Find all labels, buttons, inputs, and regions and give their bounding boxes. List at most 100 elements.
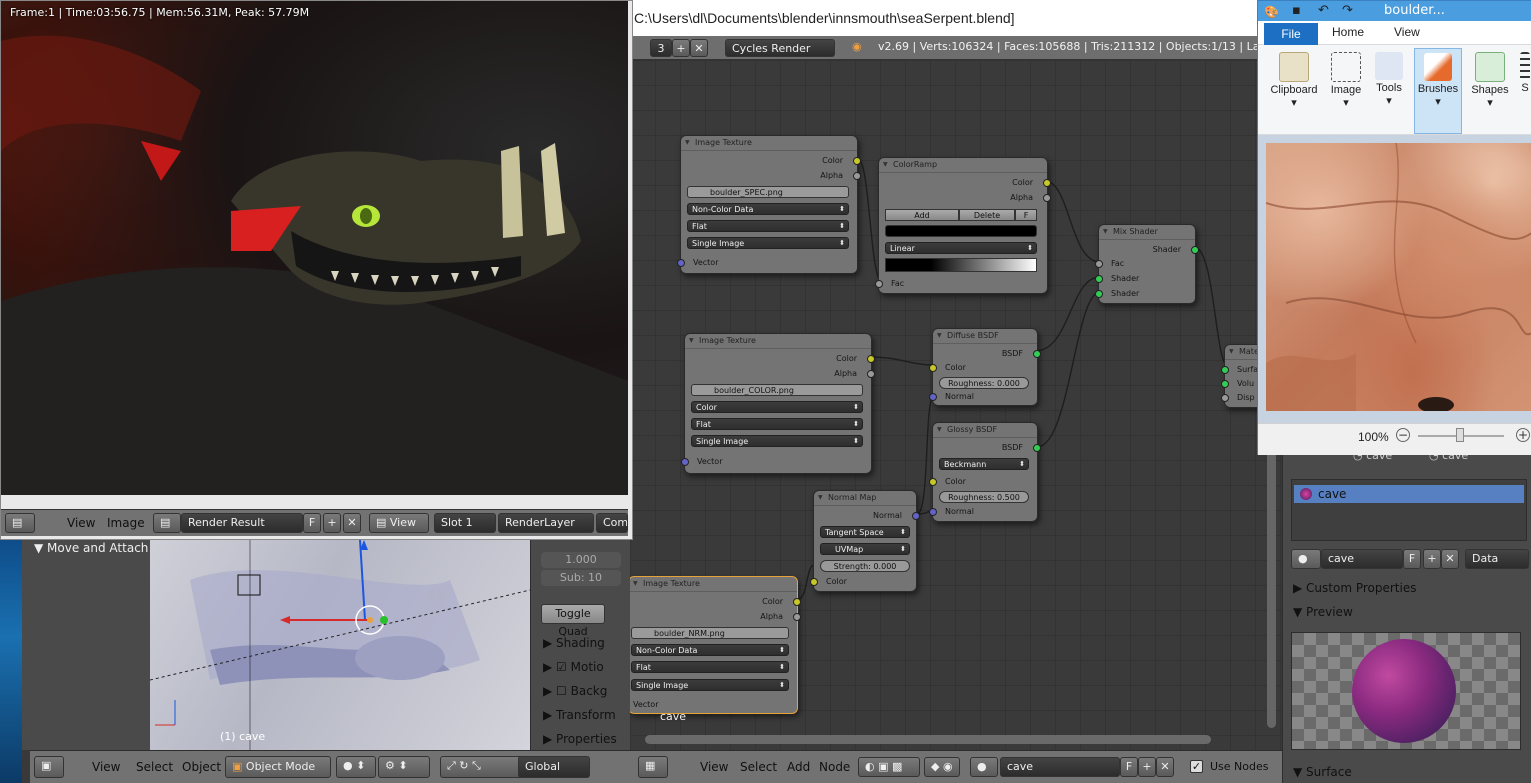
input-socket-fac[interactable]	[875, 280, 883, 288]
output-socket-color[interactable]	[1043, 179, 1051, 187]
editor-type-icon[interactable]: ▤	[5, 513, 35, 533]
image-selector[interactable]: boulder_COLOR.png	[691, 384, 863, 396]
manipulator-buttons[interactable]: ⤢ ↻ ⤡	[440, 756, 530, 778]
unlink-material-button[interactable]: ✕	[1156, 757, 1174, 777]
flip-button[interactable]: F	[1015, 209, 1037, 221]
interpolation-select[interactable]: Linear	[885, 242, 1037, 254]
scene-slot[interactable]: 3	[650, 39, 672, 57]
delete-scene-button[interactable]: ✕	[690, 39, 708, 57]
input-socket-volume[interactable]	[1221, 380, 1229, 388]
node-colorramp[interactable]: ColorRamp Color Alpha Add Delete F Linea…	[875, 157, 1051, 294]
use-nodes-checkbox[interactable]: ✓	[1190, 760, 1203, 773]
material-browse-icon[interactable]: ●	[1291, 549, 1321, 569]
save-icon[interactable]: ▪	[1292, 1, 1301, 21]
tab-home[interactable]: Home	[1332, 25, 1364, 39]
input-socket-displacement[interactable]	[1221, 394, 1229, 402]
editor-type-icon[interactable]: ▣	[34, 756, 64, 778]
colorspace-select[interactable]: Color	[691, 401, 863, 413]
background-panel[interactable]: ▶ ☐ Backg	[543, 684, 607, 698]
preview-panel[interactable]: ▼ Preview	[1293, 605, 1353, 619]
subdivisions-field[interactable]: Sub: 10	[541, 570, 621, 586]
projection-select[interactable]: Flat	[687, 220, 849, 232]
input-socket-normal[interactable]	[929, 508, 937, 516]
3d-viewport[interactable]: ▼ Move and Attach (1) cave 1.000 Sub: 10…	[0, 540, 630, 750]
roughness-field[interactable]: Roughness: 0.500	[939, 491, 1029, 503]
menu-view[interactable]: View	[700, 760, 728, 774]
output-socket-bsdf[interactable]	[1033, 350, 1041, 358]
menu-select[interactable]: Select	[740, 760, 777, 774]
material-name-field[interactable]: cave	[1321, 549, 1403, 569]
view-select[interactable]: ▤ View	[369, 513, 429, 533]
tools-group[interactable]: Tools ▾	[1370, 48, 1408, 132]
colorspace-select[interactable]: Non-Color Data	[631, 644, 789, 656]
surface-panel[interactable]: ▼ Surface	[1293, 765, 1352, 779]
zoom-slider-thumb[interactable]	[1456, 428, 1464, 442]
pivot-select[interactable]: ⚙ ⬍	[378, 756, 430, 778]
render-layer-select[interactable]: RenderLayer	[498, 513, 594, 533]
distribution-select[interactable]: Beckmann	[939, 458, 1029, 470]
new-material-button[interactable]: +	[1423, 549, 1441, 569]
uvmap-select[interactable]: UVMap	[820, 543, 910, 555]
add-stop-button[interactable]: Add	[885, 209, 959, 221]
image-group[interactable]: Image ▾	[1326, 48, 1366, 132]
menu-view[interactable]: View	[67, 516, 95, 530]
projection-select[interactable]: Flat	[631, 661, 789, 673]
slot-select[interactable]: Slot 1	[434, 513, 496, 533]
output-socket-bsdf[interactable]	[1033, 444, 1041, 452]
object-world-toggle[interactable]: ◆ ◉	[924, 757, 960, 777]
clipboard-group[interactable]: Clipboard ▾	[1264, 48, 1324, 132]
output-socket-alpha[interactable]	[867, 370, 875, 378]
properties-panel[interactable]: ▶ Properties	[543, 732, 617, 746]
input-socket-vector[interactable]	[677, 259, 685, 267]
output-socket-normal[interactable]	[912, 512, 920, 520]
shading-panel[interactable]: ▶ Shading	[543, 636, 605, 650]
input-socket-normal[interactable]	[929, 393, 937, 401]
gradient-bar[interactable]	[885, 258, 1037, 272]
motion-panel[interactable]: ▶ ☑ Motio	[543, 660, 604, 674]
input-socket-color[interactable]	[810, 578, 818, 586]
value-field[interactable]: 1.000	[541, 552, 621, 568]
input-socket-fac[interactable]	[1095, 260, 1103, 268]
output-socket-alpha[interactable]	[1043, 194, 1051, 202]
space-select[interactable]: Tangent Space	[820, 526, 910, 538]
node-image-texture-color[interactable]: Image Texture Color Alpha boulder_COLOR.…	[681, 333, 875, 474]
3d-scene[interactable]: (1) cave	[149, 540, 531, 750]
size-group[interactable]: S	[1518, 48, 1531, 132]
link-select[interactable]: Data	[1465, 549, 1529, 569]
editor-type-icon[interactable]: ▦	[638, 756, 668, 778]
shader-type-buttons[interactable]: ◐ ▣ ▩	[858, 757, 920, 777]
undo-icon[interactable]: ↶	[1318, 1, 1329, 21]
add-scene-button[interactable]: +	[672, 39, 690, 57]
render-window[interactable]: Frame:1 | Time:03:56.75 | Mem:56.31M, Pe…	[0, 0, 633, 540]
roughness-field[interactable]: Roughness: 0.000	[939, 377, 1029, 389]
menu-image[interactable]: Image	[107, 516, 145, 530]
strength-field[interactable]: Strength: 0.000	[820, 560, 910, 572]
node-normal-map[interactable]: Normal Map Normal Tangent Space UVMap St…	[810, 490, 920, 592]
output-socket-color[interactable]	[853, 157, 861, 165]
output-socket-alpha[interactable]	[853, 172, 861, 180]
toggle-quad-button[interactable]: Toggle Quad	[541, 604, 605, 638]
menu-node[interactable]: Node	[819, 760, 850, 774]
redo-icon[interactable]: ↷	[1342, 1, 1353, 21]
fake-user-button[interactable]: F	[303, 513, 321, 533]
tab-view[interactable]: View	[1394, 25, 1420, 39]
output-socket-shader[interactable]	[1191, 246, 1199, 254]
output-socket-color[interactable]	[793, 598, 801, 606]
output-socket-color[interactable]	[867, 355, 875, 363]
unlink-image-button[interactable]: ✕	[343, 513, 361, 533]
mode-select[interactable]: ▣ Object Mode	[225, 756, 331, 778]
input-socket-vector[interactable]	[681, 458, 689, 466]
source-select[interactable]: Single Image	[691, 435, 863, 447]
output-socket-alpha[interactable]	[793, 613, 801, 621]
projection-select[interactable]: Flat	[691, 418, 863, 430]
paint-canvas[interactable]	[1265, 142, 1531, 413]
transform-panel[interactable]: ▶ Transform	[543, 708, 616, 722]
input-socket-shader-2[interactable]	[1095, 290, 1103, 298]
source-select[interactable]: Single Image	[631, 679, 789, 691]
image-selector[interactable]: boulder_NRM.png	[631, 627, 789, 639]
orientation-select[interactable]: Global	[518, 756, 590, 778]
image-browse-icon[interactable]: ▤	[153, 513, 181, 533]
new-image-button[interactable]: +	[323, 513, 341, 533]
active-stop-color[interactable]	[885, 225, 1037, 237]
material-name-field[interactable]: cave	[1000, 757, 1120, 777]
